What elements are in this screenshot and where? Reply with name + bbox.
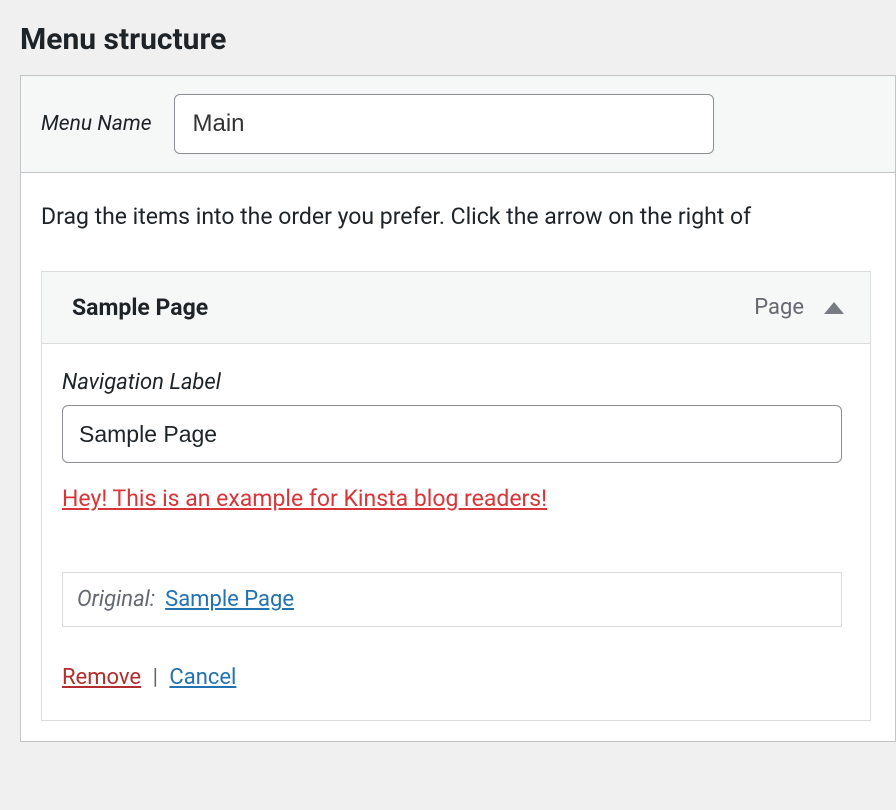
menu-item-header[interactable]: Sample Page Page — [42, 272, 870, 344]
chevron-up-icon[interactable] — [824, 302, 844, 314]
menu-name-label: Menu Name — [41, 112, 152, 136]
action-separator: | — [153, 665, 158, 690]
menu-structure-panel: Menu Name Drag the items into the order … — [20, 75, 896, 742]
item-actions: Remove | Cancel — [62, 665, 850, 690]
original-label: Original: — [77, 587, 155, 612]
navigation-label-input[interactable] — [62, 405, 842, 463]
menu-item-title: Sample Page — [72, 294, 208, 321]
original-page-link[interactable]: Sample Page — [165, 587, 294, 612]
remove-button[interactable]: Remove — [62, 665, 141, 690]
drag-instructions: Drag the items into the order you prefer… — [21, 173, 895, 253]
menu-name-input[interactable] — [174, 94, 714, 154]
original-box: Original: Sample Page — [62, 572, 842, 627]
cancel-button[interactable]: Cancel — [169, 665, 236, 690]
menu-item-body: Navigation Label Hey! This is an example… — [42, 344, 870, 720]
custom-description-link[interactable]: Hey! This is an example for Kinsta blog … — [62, 485, 547, 512]
page-title: Menu structure — [0, 0, 896, 75]
menu-item-type-label: Page — [754, 295, 804, 320]
menu-item-type-wrap: Page — [754, 295, 844, 320]
menu-header: Menu Name — [21, 76, 895, 173]
navigation-label-text: Navigation Label — [62, 370, 850, 395]
menu-item[interactable]: Sample Page Page Navigation Label Hey! T… — [41, 271, 871, 721]
